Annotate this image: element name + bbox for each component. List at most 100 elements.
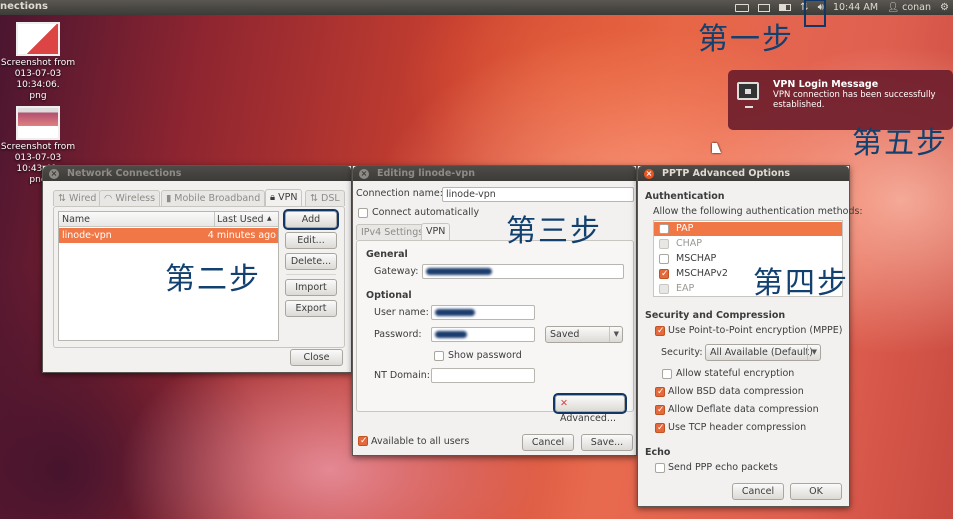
add-button[interactable]: Add [283, 209, 339, 230]
monitor-lock-icon [737, 82, 759, 108]
password-label: Password: [374, 329, 422, 340]
tab-wired[interactable]: ⇅ Wired [53, 190, 102, 206]
chap-label: CHAP [676, 238, 703, 249]
mppe-label: Use Point-to-Point encryption (MPPE) [668, 325, 843, 336]
user-menu[interactable]: 👤︎ conan [887, 2, 931, 13]
deflate-compression-checkbox[interactable] [655, 405, 665, 415]
show-password-label: Show password [448, 350, 522, 361]
network-connections-window: × Network Connections ⇅ Wired ◠ Wireless… [42, 165, 352, 373]
show-password-checkbox[interactable] [434, 351, 444, 361]
pap-label: PAP [676, 223, 694, 234]
chevron-down-icon: ▼ [608, 327, 619, 342]
tab-wireless[interactable]: ◠ Wireless [99, 190, 161, 206]
bsd-compression-checkbox[interactable] [655, 387, 665, 397]
user-name: conan [902, 2, 932, 13]
list-header: Name Last Used ▲ [59, 212, 278, 227]
gateway-input[interactable] [422, 264, 624, 279]
app-title: nections [0, 1, 48, 12]
tab-dsl[interactable]: ⇅ DSL [305, 190, 345, 206]
ppp-echo-label: Send PPP echo packets [668, 462, 778, 473]
security-label: Security: [661, 347, 703, 358]
connect-automatically-checkbox[interactable] [358, 208, 368, 218]
mppe-checkbox[interactable] [655, 326, 665, 336]
nt-domain-label: NT Domain: [374, 370, 430, 381]
gear-icon[interactable]: ⚙ [940, 0, 949, 15]
tab-vpn[interactable]: VPN [421, 223, 451, 240]
mschap-label: MSCHAP [676, 253, 717, 264]
connection-last-used: 4 minutes ago [207, 230, 276, 241]
system-tray: ⇅ 🔊︎ 10:44 AM 👤︎ conan ⚙ [735, 0, 949, 15]
nt-domain-input[interactable] [431, 368, 535, 383]
mail-icon[interactable] [758, 3, 771, 12]
window-title: Network Connections [67, 168, 182, 179]
step-4-label: 第四步 [753, 266, 849, 301]
image-thumbnail [16, 22, 60, 56]
desktop-icon-screenshot-1[interactable]: Screenshot from 013-07-03 10:34:06. png [0, 22, 78, 102]
icon-label: png [29, 91, 47, 101]
eap-label: EAP [676, 283, 695, 294]
separator [286, 274, 336, 275]
eap-checkbox [659, 284, 669, 294]
tcp-header-compression-checkbox[interactable] [655, 423, 665, 433]
sort-ascending-icon: ▲ [267, 215, 272, 222]
cancel-button[interactable]: Cancel [732, 483, 784, 500]
tools-icon: ✕ [560, 398, 568, 409]
import-button[interactable]: Import [285, 279, 337, 296]
list-item[interactable]: linode-vpn 4 minutes ago [59, 228, 278, 243]
user-icon: 👤︎ [887, 2, 900, 13]
redacted-value [435, 331, 467, 338]
security-select[interactable]: All Available (Default) ▼ [705, 344, 821, 361]
available-to-all-users-checkbox[interactable] [358, 436, 368, 446]
password-storage-select[interactable]: Saved ▼ [545, 326, 623, 343]
window-titlebar[interactable]: × Editing linode-vpn [353, 166, 636, 181]
icon-label: Screenshot from [0, 58, 76, 68]
available-to-all-users-label: Available to all users [371, 436, 470, 447]
icon-label: 013-07-03 10:34:06. [14, 69, 62, 90]
mouse-cursor [712, 143, 721, 153]
keyboard-icon[interactable] [735, 3, 750, 12]
save-button[interactable]: Save... [581, 434, 633, 451]
window-title: Editing linode-vpn [377, 168, 475, 179]
column-last-used[interactable]: Last Used [217, 214, 264, 225]
edit-button[interactable]: Edit... [285, 232, 337, 249]
username-input[interactable] [431, 305, 535, 320]
column-name[interactable]: Name [62, 214, 90, 225]
deflate-compression-label: Allow Deflate data compression [668, 404, 819, 415]
tab-mobile-broadband[interactable]: ▮ Mobile Broadband [161, 190, 266, 206]
close-icon[interactable]: × [49, 169, 59, 179]
battery-icon[interactable] [779, 4, 792, 11]
advanced-button[interactable]: ✕ Advanced... [553, 393, 627, 424]
close-icon[interactable]: × [359, 169, 369, 179]
lock-icon: 🔒︎ [270, 192, 276, 203]
signal-icon: ▮ [166, 193, 172, 204]
close-button[interactable]: Close [290, 349, 343, 366]
chap-checkbox [659, 239, 669, 249]
connect-automatically-label: Connect automatically [372, 207, 480, 218]
mschapv2-checkbox[interactable] [659, 269, 669, 279]
window-titlebar[interactable]: × PPTP Advanced Options [638, 166, 849, 181]
cancel-button[interactable]: Cancel [522, 434, 574, 451]
network-icon-highlight [804, 0, 826, 27]
step-1-label: 第一步 [698, 22, 794, 57]
connection-name-input[interactable]: linode-vpn [442, 187, 634, 202]
pap-checkbox[interactable] [659, 224, 669, 234]
export-button[interactable]: Export [285, 300, 337, 317]
password-input[interactable] [431, 327, 535, 342]
ok-button[interactable]: OK [790, 483, 842, 500]
clock[interactable]: 10:44 AM [833, 2, 878, 13]
window-title: PPTP Advanced Options [662, 168, 790, 179]
column-divider [214, 212, 215, 227]
ppp-echo-checkbox[interactable] [655, 463, 665, 473]
stateful-encryption-label: Allow stateful encryption [676, 368, 795, 379]
step-3-label: 第三步 [506, 214, 602, 249]
tab-ipv4-settings[interactable]: IPv4 Settings [356, 224, 429, 240]
tab-vpn[interactable]: 🔒︎ VPN [265, 189, 303, 206]
dsl-icon: ⇅ [310, 193, 318, 204]
authentication-heading: Authentication [645, 191, 725, 202]
pptp-advanced-options-window: × PPTP Advanced Options Authentication A… [637, 165, 863, 507]
stateful-encryption-checkbox[interactable] [662, 369, 672, 379]
window-titlebar[interactable]: × Network Connections [43, 166, 351, 181]
close-icon[interactable]: × [644, 169, 654, 179]
mschap-checkbox[interactable] [659, 254, 669, 264]
delete-button[interactable]: Delete... [285, 253, 337, 270]
